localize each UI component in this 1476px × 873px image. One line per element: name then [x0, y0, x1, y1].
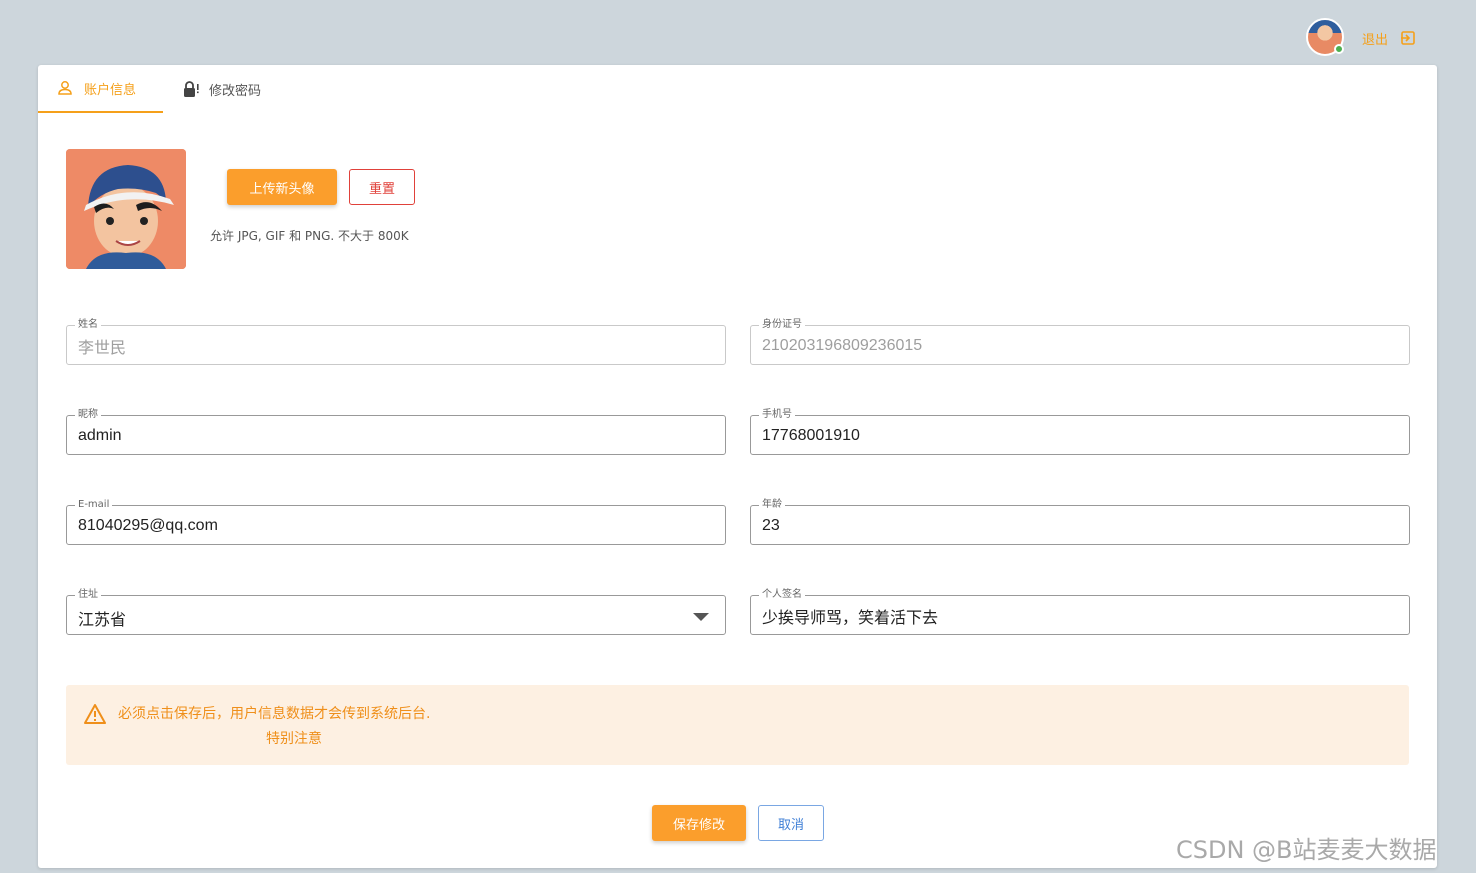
- logout-label: 退出: [1362, 32, 1389, 48]
- email-input[interactable]: [78, 514, 698, 538]
- upload-avatar-button[interactable]: 上传新头像: [227, 169, 337, 205]
- logout-icon: [1401, 31, 1415, 45]
- id-number-field: 身份证号: [750, 318, 1410, 365]
- tab-account-info-label: 账户信息: [84, 82, 137, 98]
- age-input[interactable]: [762, 514, 1382, 538]
- user-icon: [58, 81, 72, 95]
- tab-bar: 账户信息 修改密码: [38, 65, 279, 113]
- signature-field[interactable]: 个人签名: [750, 588, 1410, 635]
- lock-icon: [184, 81, 199, 97]
- phone-input[interactable]: [762, 424, 1382, 448]
- nickname-field-label: 昵称: [75, 408, 101, 422]
- nickname-input[interactable]: [78, 424, 698, 448]
- address-field-label: 住址: [75, 588, 101, 602]
- warning-icon: [84, 704, 106, 724]
- id-number-field-label: 身份证号: [759, 318, 805, 332]
- signature-input[interactable]: [762, 604, 1382, 628]
- phone-field[interactable]: 手机号: [750, 408, 1410, 455]
- account-card: 账户信息 修改密码 上传新头像 重置 允许 JPG, GIF 和 PNG. 不大…: [38, 65, 1437, 868]
- top-bar: 退出: [0, 0, 1476, 64]
- name-input: [78, 334, 698, 358]
- signature-field-label: 个人签名: [759, 588, 805, 602]
- warning-emphasis: 特别注意: [266, 731, 322, 747]
- nickname-field[interactable]: 昵称: [66, 408, 726, 455]
- id-number-input: [762, 334, 1382, 358]
- name-field-label: 姓名: [75, 318, 101, 332]
- warning-message: 必须点击保存后，用户信息数据才会传到系统后台.: [118, 706, 431, 722]
- dropdown-arrow-icon[interactable]: [693, 613, 709, 621]
- avatar-upload-hint: 允许 JPG, GIF 和 PNG. 不大于 800K: [210, 229, 409, 243]
- name-field: 姓名: [66, 318, 726, 365]
- tab-account-info[interactable]: 账户信息: [38, 65, 163, 113]
- age-field[interactable]: 年龄: [750, 498, 1410, 545]
- cancel-button[interactable]: 取消: [758, 805, 824, 841]
- phone-field-label: 手机号: [759, 408, 795, 422]
- address-selected-value: 江苏省: [78, 612, 127, 629]
- logout-button[interactable]: 退出: [1362, 28, 1416, 48]
- address-select[interactable]: 住址 江苏省: [66, 588, 726, 635]
- warning-alert: 必须点击保存后，用户信息数据才会传到系统后台. 特别注意: [66, 685, 1409, 765]
- online-status-dot: [1334, 44, 1344, 54]
- email-field-label: E-mail: [75, 498, 113, 512]
- profile-avatar-image: [66, 149, 186, 269]
- source-credit: CSDN @B站麦麦大数据: [1176, 836, 1437, 864]
- reset-avatar-button[interactable]: 重置: [349, 169, 415, 205]
- age-field-label: 年龄: [759, 498, 785, 512]
- email-field[interactable]: E-mail: [66, 498, 726, 545]
- tab-change-password[interactable]: 修改密码: [163, 65, 279, 113]
- save-button[interactable]: 保存修改: [652, 805, 746, 841]
- tab-change-password-label: 修改密码: [209, 83, 262, 99]
